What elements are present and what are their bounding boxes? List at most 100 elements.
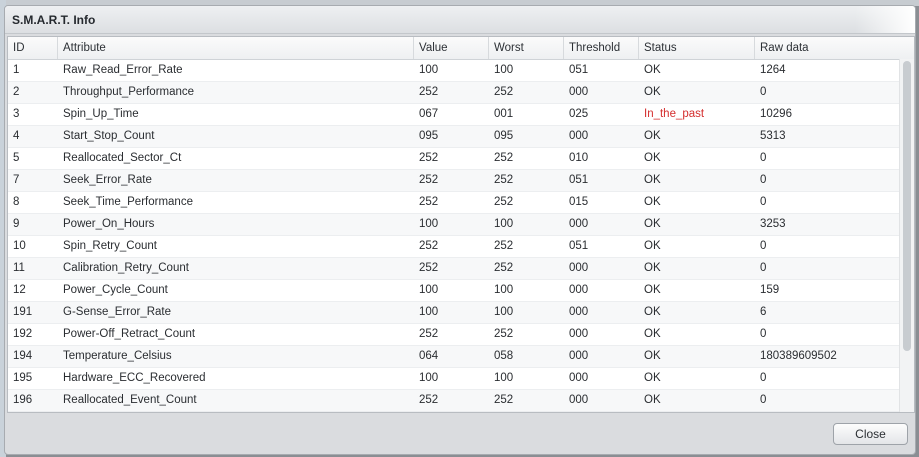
row-worst: 252 bbox=[494, 262, 514, 274]
row-attribute: Current_Pending_Sector bbox=[58, 412, 414, 413]
row-threshold: 000 bbox=[569, 86, 589, 98]
row-threshold: 000 bbox=[569, 372, 589, 384]
row-status: OK bbox=[644, 328, 661, 340]
table-row[interactable]: 195 Hardware_ECC_Recovered 100 100 000 OK 0 bbox=[8, 368, 914, 390]
row-value: 064 bbox=[419, 350, 439, 362]
row-id: 2 bbox=[13, 86, 20, 98]
row-id: 8 bbox=[13, 196, 20, 208]
column-header-value[interactable]: Value bbox=[414, 37, 489, 59]
row-status: OK bbox=[644, 196, 661, 208]
row-attribute: Spin_Up_Time bbox=[63, 108, 139, 120]
table-row[interactable]: 12 Power_Cycle_Count 100 100 000 OK 159 bbox=[8, 280, 914, 302]
row-worst: 252 bbox=[494, 86, 514, 98]
row-threshold: 025 bbox=[569, 108, 589, 120]
row-value: 100 bbox=[414, 412, 489, 413]
table-row[interactable]: 196 Reallocated_Event_Count 252 252 000 OK 0 bbox=[8, 390, 914, 412]
row-raw-data: 1264 bbox=[760, 64, 786, 76]
row-value: 252 bbox=[419, 240, 439, 252]
row-threshold: 000 bbox=[569, 218, 589, 230]
row-worst: 252 bbox=[494, 152, 514, 164]
close-button[interactable]: Close bbox=[833, 423, 908, 445]
row-raw-data: 0 bbox=[760, 174, 767, 186]
row-threshold: 000 bbox=[569, 350, 589, 362]
table-row[interactable]: 10 Spin_Retry_Count 252 252 051 OK 0 bbox=[8, 236, 914, 258]
row-attribute: Seek_Error_Rate bbox=[63, 174, 152, 186]
table-row[interactable]: 1 Raw_Read_Error_Rate 100 100 051 OK 1264 bbox=[8, 60, 914, 82]
row-value: 252 bbox=[419, 86, 439, 98]
row-threshold: 000 bbox=[564, 412, 639, 413]
row-raw-data: 0 bbox=[760, 262, 767, 274]
table-row[interactable]: 197Current_Pending_Sector100100000OK2 bbox=[8, 412, 914, 413]
column-header-id[interactable]: ID bbox=[8, 37, 58, 59]
vertical-scrollbar[interactable] bbox=[899, 59, 914, 412]
table-row[interactable]: 7 Seek_Error_Rate 252 252 051 OK 0 bbox=[8, 170, 914, 192]
row-attribute: Power_On_Hours bbox=[63, 218, 155, 230]
table-row[interactable]: 2 Throughput_Performance 252 252 000 OK 0 bbox=[8, 82, 914, 104]
table-row[interactable]: 3 Spin_Up_Time 067 001 025 In_the_past 10296 bbox=[8, 104, 914, 126]
table-row[interactable]: 9 Power_On_Hours 100 100 000 OK 3253 bbox=[8, 214, 914, 236]
row-attribute: Calibration_Retry_Count bbox=[63, 262, 189, 274]
row-id: 195 bbox=[13, 372, 33, 384]
column-header-attribute[interactable]: Attribute bbox=[58, 37, 414, 59]
row-attribute: Reallocated_Sector_Ct bbox=[63, 152, 182, 164]
row-status: OK bbox=[639, 412, 755, 413]
row-worst: 100 bbox=[494, 284, 514, 296]
row-status: OK bbox=[644, 306, 661, 318]
row-attribute: Raw_Read_Error_Rate bbox=[63, 64, 183, 76]
row-status: OK bbox=[644, 262, 661, 274]
row-worst: 252 bbox=[494, 174, 514, 186]
row-worst: 095 bbox=[494, 130, 514, 142]
row-worst: 100 bbox=[489, 412, 564, 413]
row-id: 194 bbox=[13, 350, 33, 362]
table-row[interactable]: 192 Power-Off_Retract_Count 252 252 000 OK 0 bbox=[8, 324, 914, 346]
row-worst: 058 bbox=[494, 350, 514, 362]
row-attribute: Start_Stop_Count bbox=[63, 130, 155, 142]
row-raw-data: 0 bbox=[760, 328, 767, 340]
row-raw-data: 159 bbox=[760, 284, 780, 296]
table-row[interactable]: 11 Calibration_Retry_Count 252 252 000 OK 0 bbox=[8, 258, 914, 280]
row-worst: 001 bbox=[494, 108, 514, 120]
row-id: 5 bbox=[13, 152, 20, 164]
row-status: OK bbox=[644, 372, 661, 384]
row-value: 252 bbox=[419, 196, 439, 208]
row-id: 3 bbox=[13, 108, 20, 120]
table-row[interactable]: 194 Temperature_Celsius 064 058 000 OK 1803896… bbox=[8, 346, 914, 368]
row-id: 7 bbox=[13, 174, 20, 186]
row-value: 252 bbox=[419, 174, 439, 186]
table-row[interactable]: 4 Start_Stop_Count 095 095 000 OK 5313 bbox=[8, 126, 914, 148]
row-id: 191 bbox=[13, 306, 33, 318]
row-value: 252 bbox=[419, 152, 439, 164]
scrollbar-thumb[interactable] bbox=[903, 61, 911, 351]
column-header-worst[interactable]: Worst bbox=[489, 37, 564, 59]
row-raw-data: 0 bbox=[760, 240, 767, 252]
row-attribute: Throughput_Performance bbox=[63, 86, 195, 98]
row-status: OK bbox=[644, 86, 661, 98]
row-attribute: G-Sense_Error_Rate bbox=[63, 306, 172, 318]
table-row[interactable]: 8 Seek_Time_Performance 252 252 015 OK 0 bbox=[8, 192, 914, 214]
row-status: OK bbox=[644, 174, 661, 186]
row-attribute: Reallocated_Event_Count bbox=[63, 394, 197, 406]
table-header: ID Attribute Value Worst Threshold Statu… bbox=[8, 37, 914, 60]
column-header-threshold[interactable]: Threshold bbox=[564, 37, 639, 59]
table-row[interactable]: 191 G-Sense_Error_Rate 100 100 000 OK 6 bbox=[8, 302, 914, 324]
row-raw-data: 0 bbox=[760, 152, 767, 164]
row-id: 196 bbox=[13, 394, 33, 406]
table-row[interactable]: 5 Reallocated_Sector_Ct 252 252 010 OK 0 bbox=[8, 148, 914, 170]
column-header-status[interactable]: Status bbox=[639, 37, 755, 59]
smart-info-dialog: S.M.A.R.T. Info ID Attribute Value Worst… bbox=[4, 5, 916, 455]
table-body: 1 Raw_Read_Error_Rate 100 100 051 OK 1264 2 Thro… bbox=[8, 60, 914, 413]
row-raw-data: 6 bbox=[760, 306, 767, 318]
row-attribute: Seek_Time_Performance bbox=[63, 196, 193, 208]
row-status: OK bbox=[644, 284, 661, 296]
row-status: OK bbox=[644, 152, 661, 164]
row-value: 100 bbox=[419, 306, 439, 318]
dialog-header[interactable]: S.M.A.R.T. Info bbox=[5, 6, 915, 34]
row-worst: 252 bbox=[494, 240, 514, 252]
row-status: OK bbox=[644, 64, 661, 76]
row-worst: 252 bbox=[494, 196, 514, 208]
row-raw-data: 10296 bbox=[760, 108, 792, 120]
row-id: 192 bbox=[13, 328, 33, 340]
column-header-raw-data[interactable]: Raw data bbox=[755, 37, 901, 59]
row-attribute: Temperature_Celsius bbox=[63, 350, 172, 362]
row-threshold: 015 bbox=[569, 196, 589, 208]
